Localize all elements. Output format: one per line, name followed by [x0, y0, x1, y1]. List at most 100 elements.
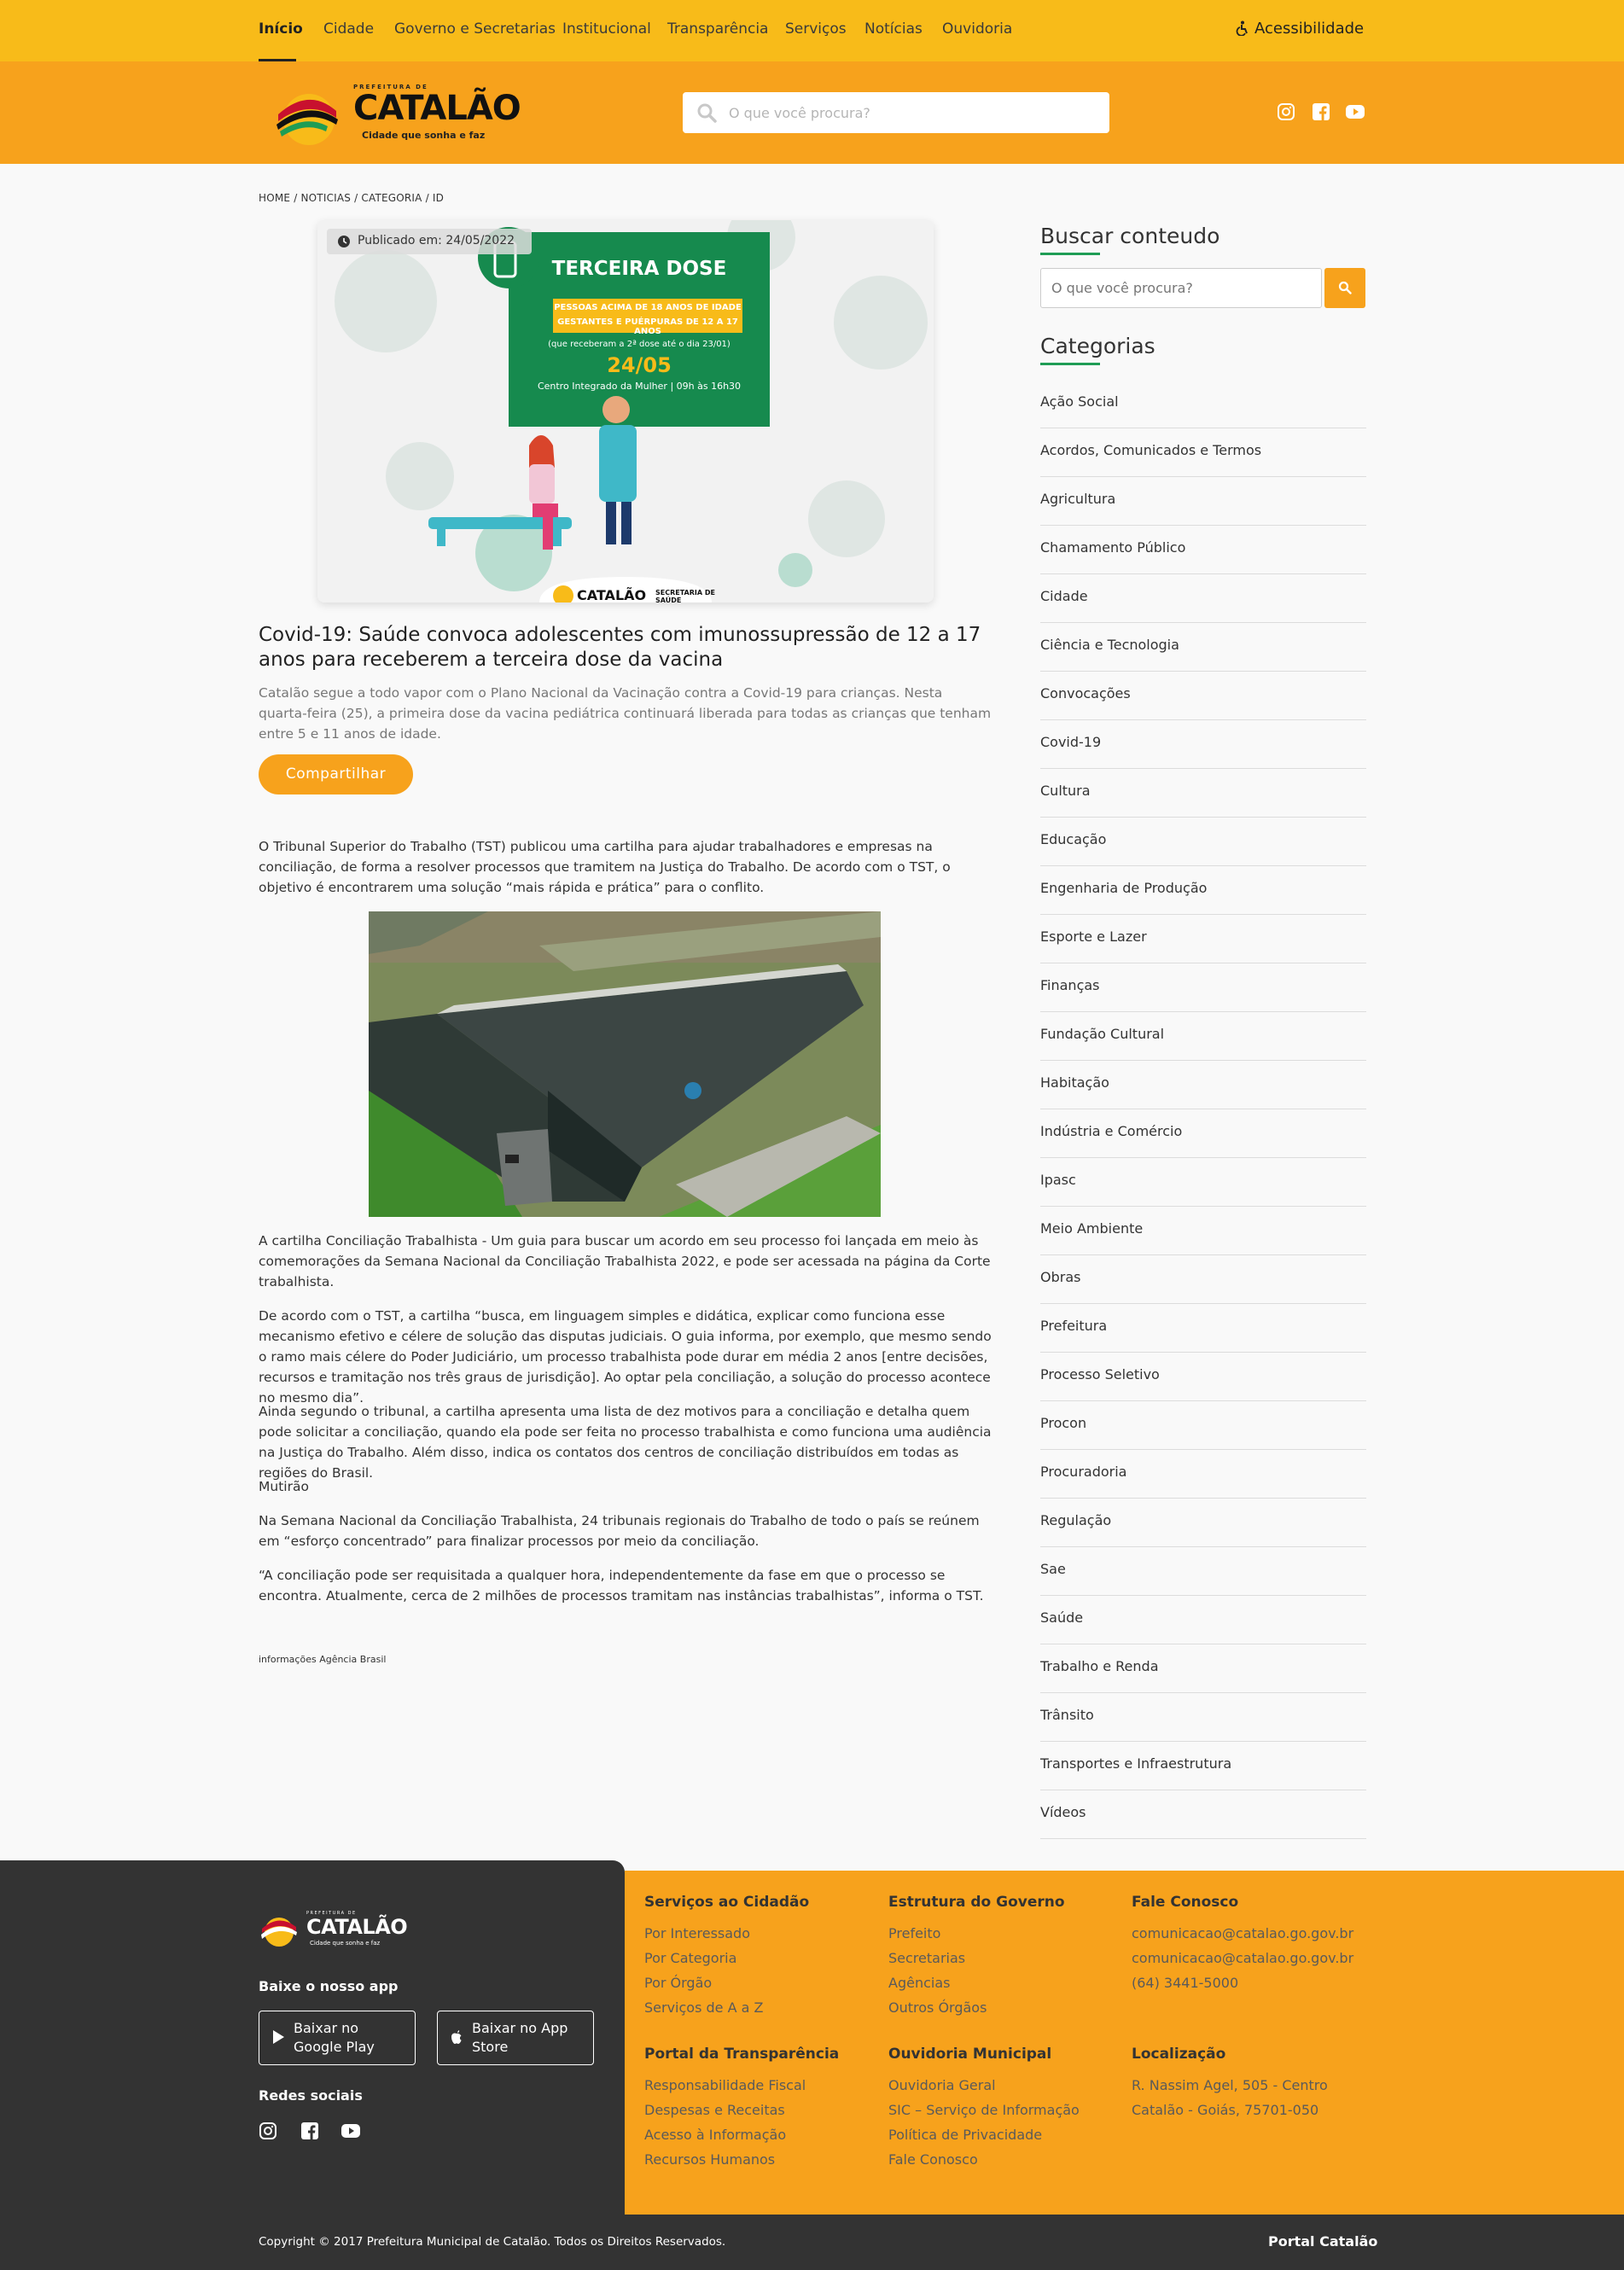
category-item[interactable]: Vídeos: [1040, 1790, 1366, 1839]
footer-logo[interactable]: PREFEITURA DE CATALÃO Cidade que sonha e…: [259, 1908, 421, 1951]
instagram-icon[interactable]: [259, 2122, 277, 2140]
footer-link[interactable]: SIC – Serviço de Informação: [888, 2102, 1080, 2118]
article-paragraph: “A conciliação pode ser requisitada a qu…: [259, 1568, 984, 1604]
footer-link[interactable]: Secretarias: [888, 1950, 965, 1966]
footer-link[interactable]: Por Categoria: [644, 1950, 736, 1966]
search-input[interactable]: [729, 101, 1087, 125]
article-paragraph: A cartilha Conciliação Trabalhista - Um …: [259, 1233, 991, 1289]
category-item[interactable]: Procon: [1040, 1401, 1366, 1450]
category-item[interactable]: Acordos, Comunicados e Termos: [1040, 428, 1366, 477]
facebook-icon[interactable]: [300, 2122, 319, 2140]
category-item[interactable]: Sae: [1040, 1547, 1366, 1596]
youtube-icon[interactable]: [1346, 104, 1365, 119]
category-item[interactable]: Habitação: [1040, 1061, 1366, 1109]
footer-link[interactable]: Por Órgão: [644, 1975, 712, 1991]
footer-phone[interactable]: (64) 3441-5000: [1132, 1975, 1238, 1991]
instagram-icon[interactable]: [1277, 102, 1295, 121]
play-icon: [273, 2030, 284, 2044]
category-item[interactable]: Chamamento Público: [1040, 526, 1366, 574]
category-item[interactable]: Ciência e Tecnologia: [1040, 623, 1366, 672]
category-item[interactable]: Educação: [1040, 818, 1366, 866]
published-date: Publicado em: 24/05/2022: [358, 234, 515, 247]
poster-date: 24/05: [607, 353, 672, 377]
app-store-line2: Store: [472, 2039, 509, 2055]
category-item[interactable]: Trânsito: [1040, 1693, 1366, 1742]
footer-link[interactable]: Acesso à Informação: [644, 2127, 786, 2143]
category-item[interactable]: Engenharia de Produção: [1040, 866, 1366, 915]
portal-link[interactable]: Portal Catalão: [1268, 2233, 1377, 2250]
footer-link[interactable]: Por Interessado: [644, 1925, 750, 1941]
catalao-logo[interactable]: PREFEITURA DE CATALÃO Cidade que sonha e…: [271, 80, 527, 148]
nav-institucional[interactable]: Institucional: [562, 20, 651, 38]
footer-link[interactable]: Responsabilidade Fiscal: [644, 2077, 806, 2093]
category-item[interactable]: Indústria e Comércio: [1040, 1109, 1366, 1158]
article-paragraph: O Tribunal Superior do Trabalho (TST) pu…: [259, 839, 951, 895]
category-item[interactable]: Esporte e Lazer: [1040, 915, 1366, 963]
social-title: Redes sociais: [259, 2087, 363, 2104]
nav-noticias[interactable]: Notícias: [864, 20, 923, 38]
category-item[interactable]: Ipasc: [1040, 1158, 1366, 1207]
footer-address: Catalão - Goiás, 75701-050: [1132, 2102, 1319, 2118]
categories-title: Categorias: [1040, 334, 1155, 358]
google-play-button[interactable]: Baixar no Google Play: [259, 2011, 416, 2065]
facebook-icon[interactable]: [1312, 102, 1330, 121]
category-item[interactable]: Meio Ambiente: [1040, 1207, 1366, 1255]
sidebar-search-input[interactable]: [1041, 269, 1297, 307]
category-item[interactable]: Agricultura: [1040, 477, 1366, 526]
category-item[interactable]: Prefeitura: [1040, 1304, 1366, 1353]
footer-email[interactable]: comunicacao@catalao.go.gov.br: [1132, 1950, 1353, 1966]
poster-band-line1: PESSOAS ACIMA DE 18 ANOS DE IDADE: [554, 303, 742, 312]
nav-cidade[interactable]: Cidade: [323, 20, 374, 38]
footer-link[interactable]: Serviços de A a Z: [644, 1999, 763, 2016]
category-item[interactable]: Fundação Cultural: [1040, 1012, 1366, 1061]
category-item[interactable]: Procuradoria: [1040, 1450, 1366, 1499]
nav-ouvidoria[interactable]: Ouvidoria: [942, 20, 1012, 38]
accessibility-link[interactable]: Acessibilidade: [1236, 20, 1364, 38]
poster-note: (que receberam a 2ª dose até o dia 23/01…: [548, 340, 731, 349]
category-item[interactable]: Cidade: [1040, 574, 1366, 623]
category-item[interactable]: Trabalho e Renda: [1040, 1644, 1366, 1693]
footer-link[interactable]: Fale Conosco: [888, 2151, 978, 2168]
footer-link[interactable]: Ouvidoria Geral: [888, 2077, 996, 2093]
category-item[interactable]: Ação Social: [1040, 380, 1366, 428]
search-icon: [1338, 281, 1352, 294]
app-store-line1: Baixar no App: [472, 2020, 568, 2036]
copyright-bar: Copyright © 2017 Prefeitura Municipal de…: [0, 2215, 1624, 2270]
category-item[interactable]: Saúde: [1040, 1596, 1366, 1644]
logo-slogan: Cidade que sonha e faz: [362, 130, 486, 141]
search-icon[interactable]: [696, 102, 717, 123]
published-badge: Publicado em: 24/05/2022: [327, 229, 532, 254]
nav-transparencia[interactable]: Transparência: [667, 20, 768, 38]
accessibility-icon: [1236, 20, 1248, 37]
category-item[interactable]: Processo Seletivo: [1040, 1353, 1366, 1401]
category-item[interactable]: Finanças: [1040, 963, 1366, 1012]
nav-governo[interactable]: Governo e Secretarias: [394, 20, 556, 38]
sidebar-search-box: [1040, 268, 1322, 308]
footer-link[interactable]: Outros Órgãos: [888, 1999, 987, 2016]
nav-servicos[interactable]: Serviços: [785, 20, 847, 38]
poster-band-line2: GESTANTES E PUÉRPURAS DE 12 A 17 ANOS: [557, 317, 738, 336]
category-item[interactable]: Convocações: [1040, 672, 1366, 720]
category-item[interactable]: Covid-19: [1040, 720, 1366, 769]
breadcrumb[interactable]: HOME / NOTICIAS / CATEGORIA / ID: [259, 192, 444, 204]
nav-inicio[interactable]: Início: [259, 20, 303, 38]
category-item[interactable]: Cultura: [1040, 769, 1366, 818]
app-store-button[interactable]: Baixar no App Store: [437, 2011, 594, 2065]
footer-col-title: Ouvidoria Municipal: [888, 2046, 1052, 2063]
footer-link[interactable]: Recursos Humanos: [644, 2151, 775, 2168]
category-item[interactable]: Transportes e Infraestrutura: [1040, 1742, 1366, 1790]
footer-link[interactable]: Prefeito: [888, 1925, 940, 1941]
footer-link[interactable]: Despesas e Receitas: [644, 2102, 785, 2118]
footer-link[interactable]: Agências: [888, 1975, 950, 1991]
youtube-icon[interactable]: [341, 2123, 360, 2139]
share-button[interactable]: Compartilhar: [259, 754, 413, 794]
article-hero-image: TERCEIRA DOSE PESSOAS ACIMA DE 18 ANOS D…: [317, 220, 934, 602]
sidebar-search-button[interactable]: [1324, 268, 1365, 308]
article-paragraph: Na Semana Nacional da Conciliação Trabal…: [259, 1513, 980, 1549]
google-play-line1: Baixar no: [294, 2020, 359, 2036]
category-item[interactable]: Obras: [1040, 1255, 1366, 1304]
footer-link[interactable]: Política de Privacidade: [888, 2127, 1042, 2143]
poster-footer-dept: SECRETARIA DE SAÚDE: [655, 589, 715, 602]
category-item[interactable]: Regulação: [1040, 1499, 1366, 1547]
footer-email[interactable]: comunicacao@catalao.go.gov.br: [1132, 1925, 1353, 1941]
